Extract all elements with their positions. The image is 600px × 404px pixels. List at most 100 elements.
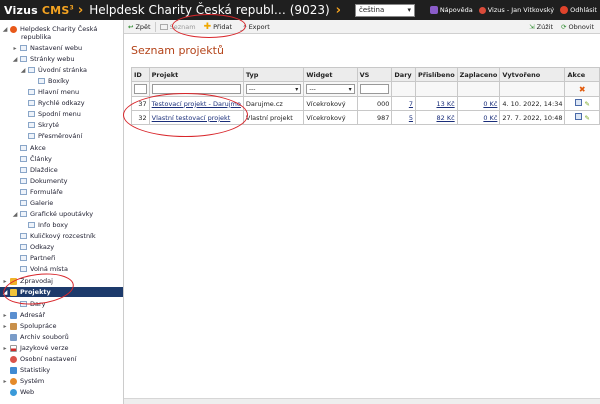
sidebar-item-uvodni-stranka[interactable]: ◢ Úvodní stránka bbox=[20, 65, 87, 75]
sidebar-item-partneri[interactable]: Partneři bbox=[18, 253, 55, 263]
expand-icon[interactable]: ▸ bbox=[2, 312, 8, 319]
filter-widget-select[interactable]: --- ▾ bbox=[306, 84, 355, 94]
sidebar-item-zpravodaj[interactable]: ▸ Zpravodaj bbox=[2, 276, 53, 286]
clear-filter-icon[interactable]: ✖ bbox=[579, 85, 586, 94]
copy-icon[interactable] bbox=[574, 99, 582, 106]
collapse-icon[interactable]: ◢ bbox=[2, 289, 8, 296]
arrow-left-icon: ↩ bbox=[128, 22, 134, 31]
column-header-prislibeno[interactable]: Přislíbeno bbox=[414, 67, 458, 82]
vizus-logo[interactable]: Vizus CMS3 bbox=[4, 4, 74, 17]
filter-typ-select[interactable]: --- ▾ bbox=[245, 84, 302, 94]
column-header-id[interactable]: ID bbox=[131, 67, 150, 82]
sidebar-item-boxiky[interactable]: Boxíky bbox=[36, 76, 69, 86]
sidebar-item-jazykove-verze[interactable]: ▸ Jazykové verze bbox=[2, 343, 68, 353]
table-row[interactable]: 37 Testovací projekt - Darujme Darujme.c… bbox=[131, 96, 600, 111]
expand-icon[interactable]: ▸ bbox=[2, 345, 8, 352]
project-link[interactable]: Vlastní testovací projekt bbox=[152, 114, 231, 122]
column-header-widget[interactable]: Widget bbox=[303, 67, 358, 82]
expand-icon[interactable]: ▸ bbox=[2, 323, 8, 330]
shrink-button[interactable]: ⇲ Zúžit bbox=[525, 20, 557, 34]
sidebar-item-osobni-nastaveni[interactable]: Osobní nastavení bbox=[8, 354, 76, 364]
filter-id-input[interactable] bbox=[134, 84, 147, 94]
sidebar-item-formulare[interactable]: Formuláře bbox=[18, 187, 63, 197]
collapse-icon[interactable]: ◢ bbox=[20, 67, 26, 74]
address-book-icon bbox=[10, 311, 17, 319]
column-header-typ[interactable]: Typ bbox=[242, 67, 305, 82]
list-button[interactable]: Seznam bbox=[156, 20, 200, 34]
user-label: Vizus - Jan Vitkovský bbox=[487, 6, 555, 14]
prislibeno-link[interactable]: 13 Kč bbox=[436, 100, 454, 108]
sidebar-item-dary[interactable]: Dary bbox=[18, 299, 46, 309]
export-button[interactable]: ⤴ Export bbox=[236, 20, 274, 34]
filter-vs-input[interactable] bbox=[359, 84, 390, 94]
sidebar-item-skryte[interactable]: Skryté bbox=[26, 120, 59, 130]
column-header-zaplaceno[interactable]: Zaplaceno bbox=[456, 67, 501, 82]
zaplaceno-link[interactable]: 0 Kč bbox=[483, 114, 497, 122]
sidebar-label: Skryté bbox=[38, 121, 59, 129]
collapse-icon[interactable]: ◢ bbox=[12, 56, 18, 63]
collapse-icon[interactable]: ◢ bbox=[12, 211, 18, 218]
language-select[interactable]: čeština ▾ bbox=[355, 3, 416, 17]
sidebar-item-dlazdice[interactable]: Dlaždice bbox=[18, 165, 58, 175]
sidebar-item-web[interactable]: Web bbox=[8, 387, 34, 397]
sidebar-item-adresar[interactable]: ▸ Adresář bbox=[2, 310, 45, 320]
edit-pencil-icon[interactable]: ✎ bbox=[585, 100, 590, 108]
copy-icon[interactable] bbox=[574, 113, 582, 120]
sidebar-item-system[interactable]: ▸ Systém bbox=[2, 376, 44, 386]
column-header-dary[interactable]: Dary bbox=[391, 67, 416, 82]
page-icon bbox=[28, 111, 35, 117]
zaplaceno-link[interactable]: 0 Kč bbox=[483, 100, 497, 108]
edit-pencil-icon[interactable]: ✎ bbox=[585, 114, 590, 122]
sidebar-item-info-boxy[interactable]: Info boxy bbox=[26, 220, 68, 230]
prislibeno-link[interactable]: 82 Kč bbox=[436, 114, 454, 122]
sidebar-item-nastaveni-webu[interactable]: ▸ Nastavení webu bbox=[12, 43, 82, 53]
dary-link[interactable]: 7 bbox=[409, 100, 413, 108]
expand-icon[interactable]: ▸ bbox=[12, 45, 18, 52]
help-link[interactable]: Nápověda bbox=[429, 6, 473, 14]
filter-cell-zaplaceno bbox=[456, 81, 501, 97]
sidebar-item-graficke-upoutavky[interactable]: ◢ Grafické upoutávky bbox=[12, 209, 93, 219]
column-header-vs[interactable]: VS bbox=[356, 67, 393, 82]
table-row[interactable]: 32 Vlastní testovací projekt Vlastní pro… bbox=[131, 110, 600, 125]
filter-projekt-input[interactable] bbox=[151, 84, 241, 94]
cooperation-icon bbox=[10, 322, 17, 330]
expand-icon[interactable]: ▸ bbox=[2, 378, 8, 385]
sidebar-item-spoluprace[interactable]: ▸ Spolupráce bbox=[2, 321, 57, 331]
dary-link[interactable]: 5 bbox=[409, 114, 413, 122]
filter-cell-vytvoreno bbox=[499, 81, 566, 97]
page-icon bbox=[28, 67, 35, 73]
site-title[interactable]: Helpdesk Charity Česká republ… (9023) bbox=[89, 3, 329, 17]
add-button[interactable]: ✚ Přidat bbox=[200, 20, 237, 34]
user-link[interactable]: Vizus - Jan Vitkovský bbox=[478, 6, 555, 14]
cell-prislibeno: 82 Kč bbox=[414, 110, 458, 125]
column-header-projekt[interactable]: Projekt bbox=[148, 67, 244, 82]
logout-link[interactable]: Odhlásit bbox=[560, 6, 597, 14]
sidebar-item-rychle-odkazy[interactable]: Rychlé odkazy bbox=[26, 98, 85, 108]
collapse-icon[interactable]: ◢ bbox=[2, 26, 8, 33]
sidebar-item-dokumenty[interactable]: Dokumenty bbox=[18, 176, 68, 186]
logout-label: Odhlásit bbox=[570, 6, 597, 14]
sidebar-item-volna-mista[interactable]: Volná místa bbox=[18, 264, 68, 274]
refresh-button[interactable]: ⟳ Obnovit bbox=[557, 20, 598, 34]
sidebar-item-projekty[interactable]: ◢ Projekty bbox=[0, 287, 123, 297]
sidebar-item-odkazy[interactable]: Odkazy bbox=[18, 242, 54, 252]
sidebar-item-stranky-webu[interactable]: ◢ Stránky webu bbox=[12, 54, 75, 64]
sidebar-item-archiv-souboru[interactable]: Archiv souborů bbox=[8, 332, 69, 342]
sidebar-label: Spolupráce bbox=[20, 322, 57, 330]
cell-typ: Vlastní projekt bbox=[242, 110, 305, 125]
expand-icon[interactable]: ▸ bbox=[2, 278, 8, 285]
sidebar-item-presmerovani[interactable]: Přesměrování bbox=[26, 131, 82, 141]
back-button[interactable]: ↩ Zpět bbox=[124, 20, 155, 34]
column-header-vytvoreno[interactable]: Vytvořeno bbox=[499, 67, 566, 82]
sidebar-item-statistiky[interactable]: Statistiky bbox=[8, 365, 50, 375]
sidebar-item-galerie[interactable]: Galerie bbox=[18, 198, 53, 208]
sidebar-label: Kuličkový rozcestník bbox=[30, 232, 96, 240]
sidebar-item-clanky[interactable]: Články bbox=[18, 154, 52, 164]
sidebar-item-spodni-menu[interactable]: Spodní menu bbox=[26, 109, 81, 119]
project-link[interactable]: Testovací projekt - Darujme bbox=[152, 100, 241, 108]
sidebar-item-hlavni-menu[interactable]: Hlavní menu bbox=[26, 87, 79, 97]
sidebar-item-akce[interactable]: Akce bbox=[18, 143, 46, 153]
sidebar-item-kulickovy-rozcestnik[interactable]: Kuličkový rozcestník bbox=[18, 231, 96, 241]
sidebar-label: Projekty bbox=[20, 288, 51, 296]
cell-id: 32 bbox=[131, 110, 150, 125]
